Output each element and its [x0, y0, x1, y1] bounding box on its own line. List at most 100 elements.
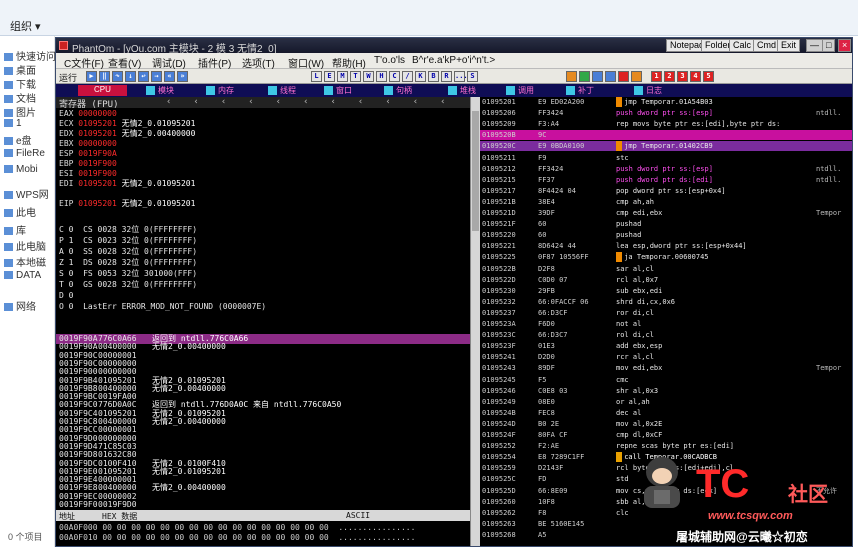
tab-3[interactable]: 线程 [268, 85, 296, 96]
sidebar-item[interactable]: e盘 [4, 132, 32, 147]
tools-icon[interactable] [592, 71, 603, 82]
flag-row[interactable]: S 0 FS 0053 32位 301000(FFF) [59, 269, 197, 279]
register-row[interactable]: EBX 00000000 [59, 139, 122, 149]
list-icon[interactable] [605, 71, 616, 82]
menu-item[interactable]: 帮助(H) [332, 55, 366, 70]
flag-row[interactable]: O 0 LastErr ERROR_MOD_NOT_FOUND (0000007… [59, 302, 266, 312]
tab-4[interactable]: 窗口 [324, 85, 352, 96]
disasm-row[interactable]: 01095245 F5 cmc [480, 375, 852, 385]
animate-icon[interactable]: » [177, 71, 188, 82]
stack-row[interactable]: 0019F9F0 0019F9D0 [56, 500, 470, 510]
flag-row[interactable]: D 0 [59, 291, 73, 301]
window-button[interactable]: L [311, 71, 322, 82]
numbered-button[interactable]: 1 [651, 71, 662, 82]
calc-button[interactable]: Calc [729, 39, 756, 52]
pane-scrollbar[interactable] [470, 97, 480, 546]
step-into-icon[interactable]: ↓ [125, 71, 136, 82]
menu-item[interactable]: 窗口(W) [288, 55, 324, 70]
register-row[interactable]: EAX 00000000 [59, 109, 122, 119]
disasm-row[interactable]: 01095246 C0E8 03 shr al,0x3 [480, 386, 852, 396]
disasm-row[interactable]: 0109524D B0 2E mov al,0x2E [480, 419, 852, 429]
flag-row[interactable]: Z 1 DS 0028 32位 0(FFFFFFFF) [59, 258, 197, 268]
exit-button[interactable]: Exit [777, 39, 801, 52]
cmd-button[interactable]: Cmd [753, 39, 781, 52]
disasm-row[interactable]: 01095241 D2D0 rcr al,cl [480, 352, 852, 362]
help-icon[interactable] [618, 71, 629, 82]
register-row[interactable]: ESP 0019F90A [59, 149, 122, 159]
sidebar-item[interactable]: DATA [4, 270, 41, 281]
options-icon[interactable] [579, 71, 590, 82]
sidebar-item[interactable]: 图片 [4, 104, 36, 119]
window-button[interactable]: / [402, 71, 413, 82]
window-button[interactable]: ... [454, 71, 468, 82]
menu-item[interactable]: C文件(F) [64, 55, 104, 70]
disasm-row[interactable]: 01095249 08E0 or al,ah [480, 397, 852, 407]
tab-7[interactable]: 调用 [506, 85, 534, 96]
execute-till-icon[interactable]: → [151, 71, 162, 82]
numbered-button[interactable]: 4 [690, 71, 701, 82]
tab-0[interactable]: CPU [78, 85, 127, 96]
window-button[interactable]: S [467, 71, 478, 82]
sidebar-item[interactable]: FileRe [4, 148, 45, 159]
register-row[interactable]: EDI 01095201 无情2_0.01095201 [59, 179, 195, 189]
sidebar-item[interactable]: 下载 [4, 76, 36, 91]
disasm-row[interactable]: 01095209 F3:A4 rep movs byte ptr es:[edi],… [480, 119, 852, 129]
tab-9[interactable]: 日志 [634, 85, 662, 96]
tab-5[interactable]: 句柄 [384, 85, 412, 96]
tab-2[interactable]: 内存 [206, 85, 234, 96]
numbered-button[interactable]: 3 [677, 71, 688, 82]
plugin-icon[interactable] [566, 71, 577, 82]
sidebar-item[interactable]: WPS网 [4, 186, 49, 201]
disasm-row[interactable]: 01095237 66:D3CF ror di,cl [480, 308, 852, 318]
disasm-row[interactable]: 0109520B 9C [480, 130, 852, 141]
window-button[interactable]: M [337, 71, 348, 82]
disasm-row[interactable]: 0109522B D2F8 sar al,cl [480, 264, 852, 274]
menu-item[interactable]: 查看(V) [108, 55, 141, 70]
tab-8[interactable]: 补丁 [566, 85, 594, 96]
register-row[interactable]: EBP 0019F900 [59, 159, 122, 169]
disasm-row[interactable]: 0109523C 66:D3C7 rol di,cl [480, 330, 852, 340]
window-button[interactable]: W [363, 71, 374, 82]
sidebar-item[interactable]: 文档 [4, 90, 36, 105]
menu-item[interactable]: 调试(D) [152, 55, 186, 70]
sidebar-item[interactable]: 1 [4, 118, 22, 129]
maximize-button[interactable]: □ [822, 39, 836, 52]
sidebar-item[interactable]: 本地磁 [4, 254, 46, 269]
disasm-row[interactable]: 01095243 89DF mov edi,ebx Tempor [480, 363, 852, 373]
menu-item[interactable]: 插件(P) [198, 55, 231, 70]
disasm-row[interactable]: 01095215 FF37 push dword ptr ds:[edi] ntdll… [480, 175, 852, 185]
disasm-row[interactable]: 01095212 FF3424 push dword ptr ss:[esp] ntd… [480, 164, 852, 174]
disasm-row[interactable]: 01095220 60 pushad [480, 230, 852, 240]
close-button[interactable]: × [838, 39, 852, 52]
window-button[interactable]: B [428, 71, 439, 82]
sidebar-item[interactable]: 网络 [4, 298, 36, 313]
sidebar-item[interactable]: 此电 [4, 204, 36, 219]
dump-row[interactable]: 00A0F010 00 00 00 00 00 00 00 00 00 00 0… [59, 533, 415, 542]
menu-item[interactable]: B^r'e.a'kP+o'i^n't.> [412, 55, 495, 66]
window-button[interactable]: H [376, 71, 387, 82]
disasm-row[interactable]: 0109524F 80FA CF cmp dl,0xCF [480, 430, 852, 440]
numbered-button[interactable]: 2 [664, 71, 675, 82]
sidebar-item[interactable]: Mobi [4, 164, 38, 175]
dump-row[interactable]: 00A0F000 00 00 00 00 00 00 00 00 00 00 0… [59, 523, 415, 532]
organize-button[interactable]: 组织 ▾ [10, 18, 41, 34]
register-row[interactable]: ECX 01095201 无情2_0.01095201 [59, 119, 195, 129]
window-button[interactable]: T [350, 71, 361, 82]
run-icon[interactable]: ▶ [86, 71, 97, 82]
disasm-row[interactable]: 01095206 FF3424 push dword ptr ss:[esp] ntd… [480, 108, 852, 118]
numbered-button[interactable]: 5 [703, 71, 714, 82]
disasm-row[interactable]: 01095221 8D6424 44 lea esp,dword ptr ss:[e… [480, 241, 852, 251]
disasm-row[interactable]: 01095225 0F87 10556FF ja Temporar.0060074… [480, 252, 852, 263]
step-out-icon[interactable]: ↩ [138, 71, 149, 82]
settings-icon[interactable] [631, 71, 642, 82]
scrollbar-thumb[interactable] [472, 111, 479, 231]
disasm-row[interactable]: 0109521B 38E4 cmp ah,ah [480, 197, 852, 207]
disasm-row[interactable]: 0109524B FEC8 dec al [480, 408, 852, 418]
disasm-row[interactable]: 0109523F 01E3 add ebx,esp [480, 341, 852, 351]
disasm-row[interactable]: 01095211 F9 stc [480, 153, 852, 163]
register-row[interactable]: EDX 01095201 无情2_0.00400000 [59, 129, 195, 139]
pause-icon[interactable]: ‖ [99, 71, 110, 82]
disasm-row[interactable]: 0109521D 39DF cmp edi,ebx Tempor [480, 208, 852, 218]
window-button[interactable]: C [389, 71, 400, 82]
sidebar-item[interactable]: 此电脑 [4, 238, 46, 253]
